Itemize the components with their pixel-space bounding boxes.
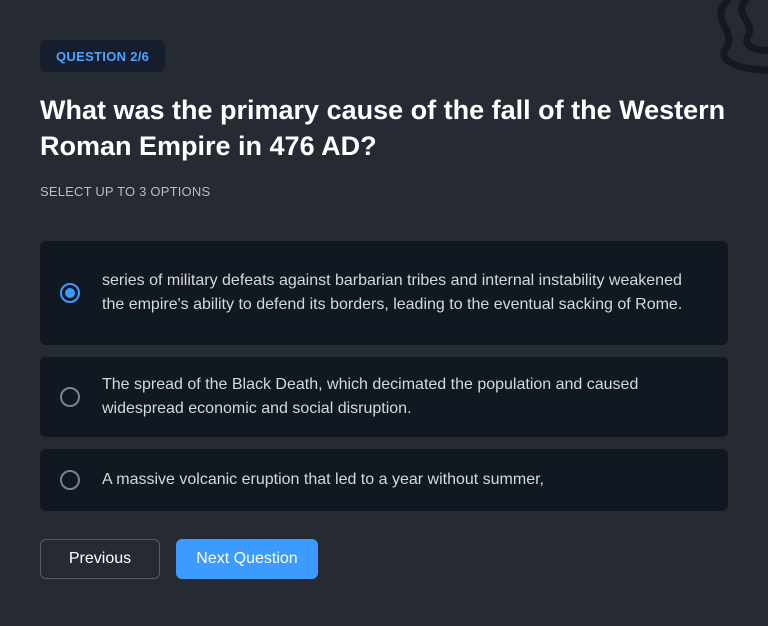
option-label: series of military defeats against barba… xyxy=(102,272,683,313)
option-label: The spread of the Black Death, which dec… xyxy=(102,376,639,417)
option-item-1[interactable]: series of military defeats against barba… xyxy=(40,241,728,345)
question-progress-badge: QUESTION 2/6 xyxy=(40,40,166,72)
next-question-button[interactable]: Next Question xyxy=(176,539,318,579)
radio-selected-icon[interactable] xyxy=(60,283,80,303)
radio-unselected-icon[interactable] xyxy=(60,387,80,407)
quiz-actions: Previous Next Question xyxy=(40,539,728,579)
option-label: A massive volcanic eruption that led to … xyxy=(102,471,544,488)
option-item-3[interactable]: A massive volcanic eruption that led to … xyxy=(40,449,728,511)
question-title: What was the primary cause of the fall o… xyxy=(40,95,726,161)
radio-unselected-icon[interactable] xyxy=(60,470,80,490)
selection-hint: SELECT UP TO 3 OPTIONS xyxy=(40,184,211,199)
previous-button[interactable]: Previous xyxy=(40,539,160,579)
option-item-2[interactable]: The spread of the Black Death, which dec… xyxy=(40,357,728,437)
options-list: series of military defeats against barba… xyxy=(40,241,728,511)
quiz-card: QUESTION 2/6 What was the primary cause … xyxy=(40,40,728,579)
